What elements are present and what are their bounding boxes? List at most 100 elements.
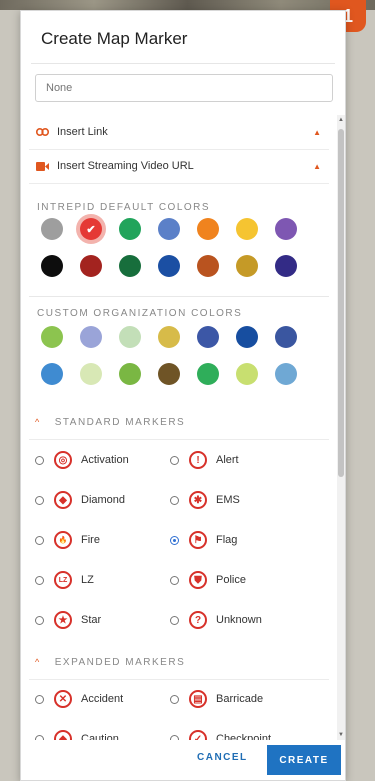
marker-radio[interactable] <box>170 535 179 545</box>
marker-label: Star <box>81 614 102 626</box>
color-swatch[interactable] <box>197 363 219 385</box>
marker-label: Barricade <box>216 693 264 705</box>
insert-video-label: Insert Streaming Video URL <box>57 160 194 172</box>
standard-markers-header[interactable]: ^ STANDARD MARKERS <box>29 405 329 440</box>
dialog-title: Create Map Marker <box>41 29 188 48</box>
marker-radio[interactable] <box>35 535 44 545</box>
color-swatch[interactable] <box>275 255 297 277</box>
color-swatch[interactable] <box>119 326 141 348</box>
color-swatch[interactable] <box>236 255 258 277</box>
video-camera-icon <box>35 161 49 171</box>
color-swatch[interactable] <box>158 363 180 385</box>
color-swatch[interactable] <box>158 218 180 240</box>
color-swatch[interactable] <box>197 326 219 348</box>
marker-option-diamond[interactable]: ◆ Diamond <box>35 487 125 513</box>
color-swatch[interactable] <box>119 363 141 385</box>
marker-options-scroll[interactable]: Insert Link ▲ Insert Streaming Video URL… <box>21 115 337 740</box>
expanded-markers-header[interactable]: ^ EXPANDED MARKERS <box>29 645 329 680</box>
marker-radio[interactable] <box>170 694 179 704</box>
marker-name-input[interactable] <box>35 74 333 102</box>
color-swatch[interactable] <box>41 363 63 385</box>
marker-label: Diamond <box>81 494 126 506</box>
checkmark-icon: ✔ <box>86 223 96 236</box>
insert-video-row[interactable]: Insert Streaming Video URL ▲ <box>29 149 329 184</box>
color-swatch[interactable] <box>158 326 180 348</box>
marker-label: Alert <box>216 454 239 466</box>
caret-up-icon[interactable]: ▲ <box>313 162 321 171</box>
target-icon: ◎ <box>54 451 72 469</box>
default-colors-label: INTREPID DEFAULT COLORS <box>37 202 211 213</box>
marker-option-police[interactable]: ⛊ Police <box>170 567 246 593</box>
color-swatch[interactable]: ✔ <box>80 218 102 240</box>
palette-divider <box>29 296 329 297</box>
accident-icon: ✕ <box>54 690 72 708</box>
marker-label: Accident <box>81 693 124 705</box>
color-swatch[interactable] <box>41 255 63 277</box>
scrollbar-thumb[interactable] <box>338 129 344 477</box>
marker-radio[interactable] <box>35 495 44 505</box>
scroll-up-arrow-icon[interactable]: ▲ <box>337 117 345 123</box>
marker-radio[interactable] <box>35 455 44 465</box>
marker-radio[interactable] <box>170 615 179 625</box>
marker-option-barricade[interactable]: ▤ Barricade <box>170 686 263 712</box>
color-swatch[interactable] <box>158 255 180 277</box>
color-swatch[interactable] <box>41 326 63 348</box>
color-swatch[interactable] <box>275 326 297 348</box>
marker-option-accident[interactable]: ✕ Accident <box>35 686 123 712</box>
expanded-markers-label: EXPANDED MARKERS <box>54 656 186 668</box>
marker-label: Unknown <box>216 614 262 626</box>
marker-radio[interactable] <box>170 495 179 505</box>
caret-up-icon[interactable]: ▲ <box>313 128 321 137</box>
diamond-icon: ◆ <box>54 491 72 509</box>
barricade-icon: ▤ <box>189 690 207 708</box>
lz-icon: LZ <box>54 571 72 589</box>
background-photo-strip <box>0 0 375 10</box>
dialog-footer: CANCEL CREATE <box>21 740 345 780</box>
color-swatch[interactable] <box>197 218 219 240</box>
custom-colors-label: CUSTOM ORGANIZATION COLORS <box>37 308 243 319</box>
checkpoint-icon: ✓ <box>189 730 207 740</box>
color-swatch[interactable] <box>80 255 102 277</box>
scroll-down-arrow-icon[interactable]: ▼ <box>337 732 345 738</box>
scrollbar[interactable]: ▲ ▼ <box>337 115 345 740</box>
create-button[interactable]: CREATE <box>267 745 341 775</box>
color-swatch[interactable] <box>119 255 141 277</box>
caution-icon: ◆ <box>54 730 72 740</box>
color-swatch[interactable] <box>80 326 102 348</box>
marker-label: Activation <box>81 454 129 466</box>
title-divider <box>31 63 335 64</box>
color-swatch[interactable] <box>275 218 297 240</box>
color-swatch[interactable] <box>41 218 63 240</box>
marker-option-fire[interactable]: 🔥 Fire <box>35 527 100 553</box>
exclamation-icon: ! <box>189 451 207 469</box>
marker-option-activation[interactable]: ◎ Activation <box>35 447 129 473</box>
marker-option-ems[interactable]: ✱ EMS <box>170 487 240 513</box>
cancel-button[interactable]: CANCEL <box>197 752 248 763</box>
insert-link-row[interactable]: Insert Link ▲ <box>29 115 329 150</box>
color-swatch[interactable] <box>275 363 297 385</box>
color-swatch[interactable] <box>197 255 219 277</box>
marker-option-lz[interactable]: LZ LZ <box>35 567 94 593</box>
marker-option-checkpoint[interactable]: ✓ Checkpoint <box>170 726 271 740</box>
marker-radio[interactable] <box>35 694 44 704</box>
marker-option-unknown[interactable]: ? Unknown <box>170 607 262 633</box>
marker-radio[interactable] <box>35 575 44 585</box>
marker-option-star[interactable]: ★ Star <box>35 607 101 633</box>
color-swatch[interactable] <box>236 363 258 385</box>
insert-link-label: Insert Link <box>57 126 108 138</box>
create-map-marker-dialog: Create Map Marker Insert Link ▲ Insert S… <box>20 10 346 781</box>
color-swatch[interactable] <box>236 218 258 240</box>
color-swatch[interactable] <box>80 363 102 385</box>
flag-icon: ⚑ <box>189 531 207 549</box>
marker-label: Checkpoint <box>216 733 272 740</box>
marker-option-flag[interactable]: ⚑ Flag <box>170 527 237 553</box>
marker-label: Flag <box>216 534 238 546</box>
marker-radio[interactable] <box>35 615 44 625</box>
marker-option-caution[interactable]: ◆ Caution <box>35 726 119 740</box>
marker-radio[interactable] <box>170 575 179 585</box>
color-swatch[interactable] <box>236 326 258 348</box>
color-swatch[interactable] <box>119 218 141 240</box>
marker-option-alert[interactable]: ! Alert <box>170 447 239 473</box>
marker-label: LZ <box>81 574 94 586</box>
marker-radio[interactable] <box>170 455 179 465</box>
